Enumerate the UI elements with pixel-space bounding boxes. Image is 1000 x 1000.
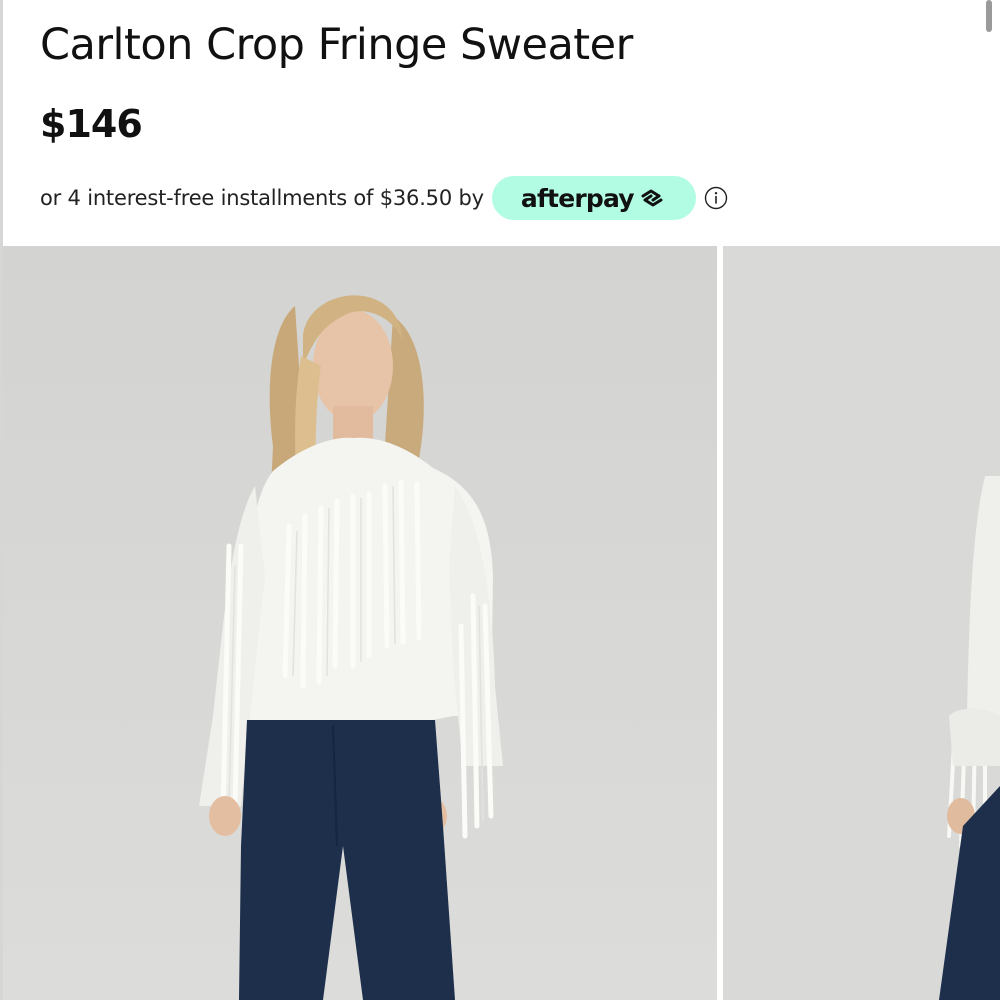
product-title: Carlton Crop Fringe Sweater bbox=[40, 20, 633, 70]
model-photo-front bbox=[3, 246, 717, 1000]
info-circle-icon[interactable] bbox=[704, 186, 728, 210]
gallery-image-2[interactable] bbox=[723, 246, 1000, 1000]
afterpay-logo-text: afterpay bbox=[520, 183, 635, 213]
product-price: $146 bbox=[40, 102, 143, 146]
gallery-image-1[interactable] bbox=[3, 246, 717, 1000]
afterpay-arrows-icon bbox=[637, 187, 667, 209]
afterpay-badge[interactable]: afterpay bbox=[491, 176, 696, 220]
model-photo-side bbox=[723, 246, 1000, 1000]
product-page: Carlton Crop Fringe Sweater $146 or 4 in… bbox=[0, 0, 1000, 1000]
afterpay-installments: or 4 interest-free installments of $36.5… bbox=[40, 176, 728, 220]
product-image-gallery[interactable] bbox=[3, 246, 1000, 1000]
scrollbar-thumb[interactable] bbox=[986, 0, 992, 32]
installments-text: or 4 interest-free installments of $36.5… bbox=[40, 186, 484, 210]
